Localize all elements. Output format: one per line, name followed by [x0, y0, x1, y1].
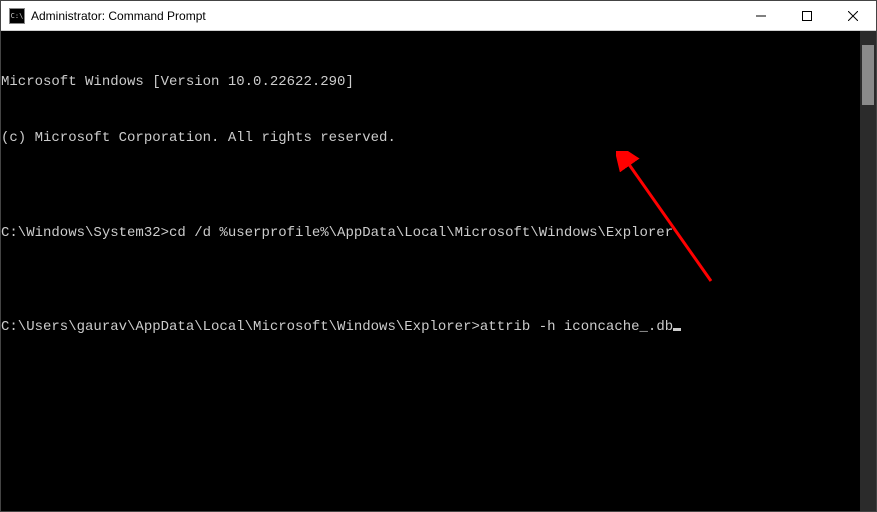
terminal-prompt: C:\Users\gaurav\AppData\Local\Microsoft\… [1, 319, 480, 335]
maximize-button[interactable] [784, 1, 830, 30]
titlebar[interactable]: C:\ Administrator: Command Prompt [1, 1, 876, 31]
terminal-line: Microsoft Windows [Version 10.0.22622.29… [1, 73, 860, 92]
close-icon [848, 11, 858, 21]
scrollbar[interactable] [860, 31, 876, 511]
maximize-icon [802, 11, 812, 21]
command-prompt-window: C:\ Administrator: Command Prompt Micros… [0, 0, 877, 512]
window-controls [738, 1, 876, 30]
minimize-button[interactable] [738, 1, 784, 30]
terminal-current-line: C:\Users\gaurav\AppData\Local\Microsoft\… [1, 318, 860, 337]
scrollbar-thumb[interactable] [862, 45, 874, 105]
terminal-output[interactable]: Microsoft Windows [Version 10.0.22622.29… [1, 31, 860, 511]
window-title: Administrator: Command Prompt [31, 9, 738, 23]
minimize-icon [756, 11, 766, 21]
arrow-annotation-icon [616, 151, 736, 291]
cursor [673, 328, 681, 331]
terminal-area: Microsoft Windows [Version 10.0.22622.29… [1, 31, 876, 511]
close-button[interactable] [830, 1, 876, 30]
terminal-command: attrib -h iconcache_.db [480, 319, 673, 335]
terminal-line: (c) Microsoft Corporation. All rights re… [1, 129, 860, 148]
terminal-line: C:\Windows\System32>cd /d %userprofile%\… [1, 224, 860, 243]
cmd-icon: C:\ [9, 8, 25, 24]
